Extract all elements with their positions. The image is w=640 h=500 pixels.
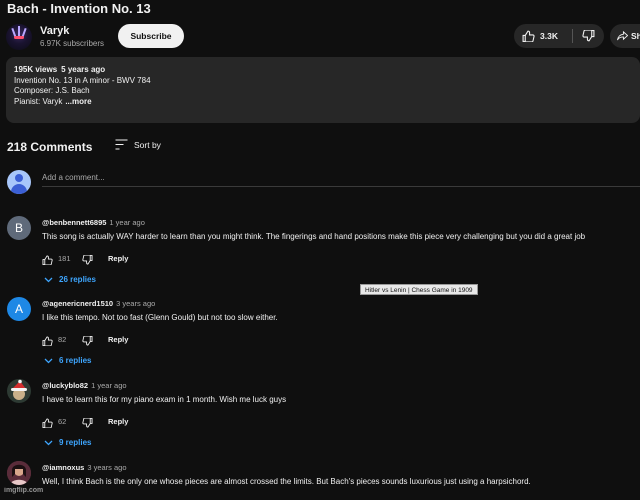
thumbs-down-icon — [582, 30, 595, 42]
view-count: 195K views — [14, 65, 58, 74]
view-replies-button[interactable]: 9 replies — [44, 437, 164, 451]
comment-avatar[interactable]: A — [7, 297, 31, 321]
sort-icon — [115, 139, 128, 150]
thumbs-up-icon — [522, 30, 535, 42]
description-line: Invention No. 13 in A minor - BWV 784 — [14, 75, 151, 85]
comments-header: 218 Comments Sort by — [7, 138, 307, 158]
comment-avatar[interactable]: B — [7, 216, 31, 240]
comment-actions: 62 Reply — [42, 415, 242, 431]
comment-time[interactable]: 1 year ago — [109, 218, 144, 227]
subscriber-count: 6.97K subscribers — [40, 39, 105, 48]
chevron-down-icon — [44, 358, 53, 364]
comment-author[interactable]: @agenericnerd1510 — [42, 299, 113, 308]
description-meta: 195K views 5 years ago — [14, 65, 632, 76]
comment-dislike-button[interactable] — [82, 415, 96, 429]
comment-like-button[interactable] — [42, 252, 56, 266]
dislike-button[interactable] — [578, 24, 604, 48]
comment-header: @agenericnerd1510 3 years ago — [42, 299, 155, 308]
comment-actions: 82 Reply — [42, 333, 242, 349]
thumbs-up-icon — [42, 255, 53, 266]
like-dislike-group: 3.3K — [514, 24, 604, 48]
comment-item: @iamnoxus 3 years ago Well, I think Bach … — [7, 461, 640, 500]
comment-header: @luckyblo82 1 year ago — [42, 381, 127, 390]
comment-text: I like this tempo. Not too fast (Glenn G… — [42, 313, 278, 322]
view-replies-button[interactable]: 26 replies — [44, 274, 164, 288]
comment-item: B @benbennett6895 1 year ago This song is… — [7, 216, 640, 296]
channel-avatar[interactable] — [6, 24, 32, 50]
comment-author[interactable]: @iamnoxus — [42, 463, 84, 472]
sort-by-label: Sort by — [134, 140, 161, 150]
channel-name[interactable]: Varyk — [40, 25, 69, 37]
comment-actions: 181 Reply — [42, 252, 242, 268]
add-comment-input[interactable]: Add a comment... — [42, 172, 640, 187]
share-button[interactable]: Sh — [610, 24, 640, 48]
comment-like-count: 181 — [58, 254, 71, 263]
comment-avatar[interactable] — [7, 379, 31, 403]
comment-author[interactable]: @luckyblo82 — [42, 381, 88, 390]
description-box[interactable]: 195K views 5 years ago Invention No. 13 i… — [6, 57, 640, 123]
replies-count: 6 replies — [59, 356, 92, 365]
replies-count: 9 replies — [59, 438, 92, 447]
thumbs-up-icon — [42, 336, 53, 347]
comment-like-count: 62 — [58, 417, 67, 426]
comment-item: @luckyblo82 1 year ago I have to learn th… — [7, 379, 640, 459]
thumbs-down-icon — [82, 254, 93, 265]
comment-item: A @agenericnerd1510 3 years ago I like th… — [7, 297, 640, 377]
like-count: 3.3K — [540, 31, 558, 41]
comment-dislike-button[interactable] — [82, 252, 96, 266]
hover-tooltip: Hitler vs Lenin | Chess Game in 1909 — [360, 284, 478, 295]
thumbs-down-icon — [82, 417, 93, 428]
thumbs-down-icon — [82, 335, 93, 346]
comment-like-button[interactable] — [42, 333, 56, 347]
description-line: Composer: J.S. Bach — [14, 86, 90, 95]
share-icon — [617, 31, 628, 41]
comment-like-button[interactable] — [42, 415, 56, 429]
comment-time[interactable]: 1 year ago — [91, 381, 126, 390]
comment-header: @benbennett6895 1 year ago — [42, 218, 145, 227]
view-replies-button[interactable]: 6 replies — [44, 355, 164, 369]
comment-time[interactable]: 3 years ago — [87, 463, 126, 472]
like-divider — [572, 29, 573, 43]
upload-age: 5 years ago — [61, 65, 106, 74]
comment-reply-button[interactable]: Reply — [108, 335, 128, 344]
share-label: Sh — [631, 31, 640, 41]
comment-reply-button[interactable]: Reply — [108, 417, 128, 426]
photo-avatar-icon — [7, 461, 31, 485]
chevron-down-icon — [44, 277, 53, 283]
santa-hat-avatar-icon — [11, 379, 27, 400]
description-line: Pianist: Varyk ...more — [14, 97, 632, 108]
add-comment-row: Add a comment... — [7, 170, 640, 194]
comment-like-count: 82 — [58, 335, 67, 344]
chevron-down-icon — [44, 440, 53, 446]
comment-dislike-button[interactable] — [82, 333, 96, 347]
comments-count: 218 Comments — [7, 140, 93, 154]
replies-count: 26 replies — [59, 275, 96, 284]
comment-time[interactable]: 3 years ago — [116, 299, 155, 308]
comment-text: I have to learn this for my piano exam i… — [42, 395, 287, 404]
comment-text: This song is actually WAY harder to lear… — [42, 232, 586, 241]
subscribe-button[interactable]: Subscribe — [118, 24, 184, 48]
comment-author[interactable]: @benbennett6895 — [42, 218, 106, 227]
description-line-text: Pianist: Varyk — [14, 96, 63, 106]
comment-avatar[interactable] — [7, 461, 31, 485]
sort-by-button[interactable]: Sort by — [115, 138, 185, 154]
video-title: Bach - Invention No. 13 — [7, 1, 151, 16]
thumbs-up-icon — [42, 418, 53, 429]
user-avatar — [7, 170, 31, 194]
comment-reply-button[interactable]: Reply — [108, 254, 128, 263]
show-more-link[interactable]: ...more — [65, 97, 91, 106]
comment-header: @iamnoxus 3 years ago — [42, 463, 127, 472]
comment-text: Well, I think Bach is the only one whose… — [42, 477, 531, 486]
imgflip-watermark: imgflip.com — [4, 487, 44, 494]
like-button[interactable]: 3.3K — [514, 24, 570, 48]
